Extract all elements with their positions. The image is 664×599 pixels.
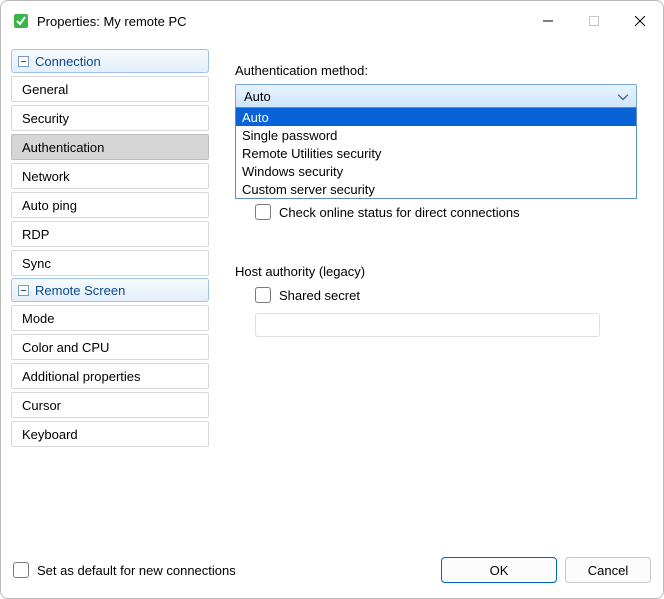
set-default-row: Set as default for new connections bbox=[13, 562, 236, 578]
check-online-status-row: Check online status for direct connectio… bbox=[255, 204, 637, 220]
sidebar-item-auto-ping[interactable]: Auto ping bbox=[11, 192, 209, 218]
dropdown-option-windows-security[interactable]: Windows security bbox=[236, 162, 636, 180]
dropdown-option-ru-security[interactable]: Remote Utilities security bbox=[236, 144, 636, 162]
check-online-status-label: Check online status for direct connectio… bbox=[279, 205, 520, 220]
host-authority-label: Host authority (legacy) bbox=[235, 264, 637, 279]
chevron-down-icon bbox=[618, 89, 628, 104]
ok-button[interactable]: OK bbox=[441, 557, 557, 583]
sidebar-item-sync[interactable]: Sync bbox=[11, 250, 209, 276]
collapse-icon[interactable] bbox=[18, 285, 29, 296]
close-button[interactable] bbox=[617, 1, 663, 41]
dropdown-option-custom-security[interactable]: Custom server security bbox=[236, 180, 636, 198]
sidebar-group-connection[interactable]: Connection bbox=[11, 49, 209, 73]
shared-secret-row: Shared secret bbox=[255, 287, 637, 303]
auth-method-combobox[interactable]: Auto bbox=[235, 84, 637, 108]
shared-secret-label: Shared secret bbox=[279, 288, 360, 303]
dropdown-option-auto[interactable]: Auto bbox=[236, 108, 636, 126]
sidebar-item-network[interactable]: Network bbox=[11, 163, 209, 189]
sidebar-item-security[interactable]: Security bbox=[11, 105, 209, 131]
shared-secret-checkbox[interactable] bbox=[255, 287, 271, 303]
shared-secret-input[interactable] bbox=[255, 313, 600, 337]
titlebar: Properties: My remote PC bbox=[1, 1, 663, 41]
cancel-button[interactable]: Cancel bbox=[565, 557, 651, 583]
properties-dialog: Properties: My remote PC Connection Gene… bbox=[0, 0, 664, 599]
sidebar-item-mode[interactable]: Mode bbox=[11, 305, 209, 331]
sidebar-group-remote-screen[interactable]: Remote Screen bbox=[11, 278, 209, 302]
auth-method-value: Auto bbox=[244, 89, 271, 104]
collapse-icon[interactable] bbox=[18, 56, 29, 67]
auth-method-dropdown[interactable]: Auto Single password Remote Utilities se… bbox=[235, 107, 637, 199]
sidebar-group-label: Remote Screen bbox=[35, 283, 125, 298]
sidebar-item-general[interactable]: General bbox=[11, 76, 209, 102]
sidebar-item-authentication[interactable]: Authentication bbox=[11, 134, 209, 160]
sidebar-item-rdp[interactable]: RDP bbox=[11, 221, 209, 247]
minimize-button[interactable] bbox=[525, 1, 571, 41]
check-online-status-checkbox[interactable] bbox=[255, 204, 271, 220]
window-controls bbox=[525, 1, 663, 41]
maximize-button bbox=[571, 1, 617, 41]
app-icon bbox=[13, 13, 29, 29]
set-default-checkbox[interactable] bbox=[13, 562, 29, 578]
sidebar-item-keyboard[interactable]: Keyboard bbox=[11, 421, 209, 447]
sidebar: Connection General Security Authenticati… bbox=[11, 49, 209, 548]
sidebar-item-additional-properties[interactable]: Additional properties bbox=[11, 363, 209, 389]
dropdown-option-single-password[interactable]: Single password bbox=[236, 126, 636, 144]
sidebar-group-label: Connection bbox=[35, 54, 101, 69]
dialog-body: Connection General Security Authenticati… bbox=[1, 41, 663, 548]
window-title: Properties: My remote PC bbox=[37, 14, 187, 29]
auth-method-label: Authentication method: bbox=[235, 63, 637, 78]
sidebar-item-cursor[interactable]: Cursor bbox=[11, 392, 209, 418]
sidebar-item-color-cpu[interactable]: Color and CPU bbox=[11, 334, 209, 360]
host-authority-group: Host authority (legacy) Shared secret bbox=[235, 264, 637, 337]
dialog-footer: Set as default for new connections OK Ca… bbox=[1, 548, 663, 598]
set-default-label: Set as default for new connections bbox=[37, 563, 236, 578]
main-panel: Authentication method: Auto Auto Single … bbox=[227, 49, 653, 548]
